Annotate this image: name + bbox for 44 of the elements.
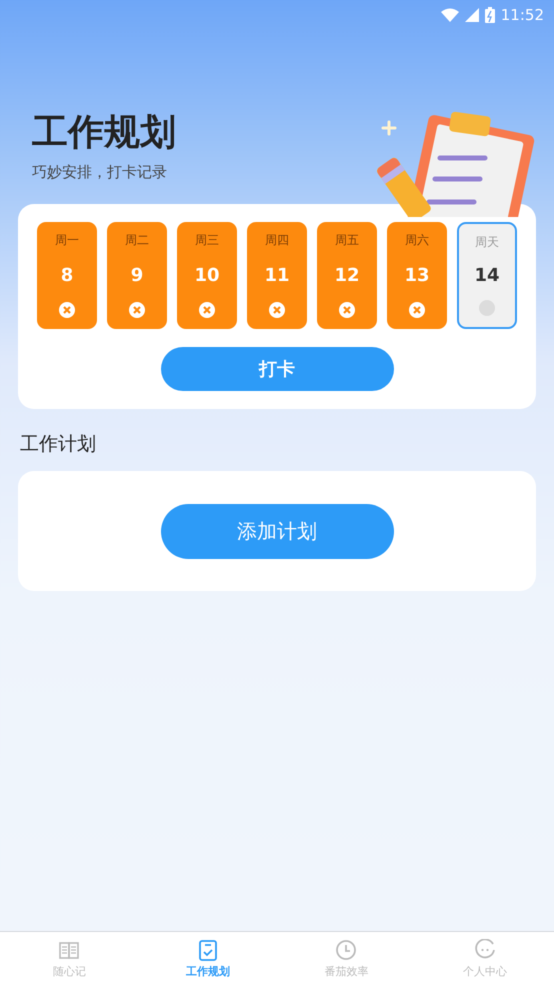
cross-icon — [338, 301, 356, 319]
day-tile[interactable]: 周一 8 — [37, 222, 97, 329]
cross-icon — [198, 301, 216, 319]
nav-tab[interactable]: 个人中心 — [416, 932, 554, 986]
date-number: 13 — [404, 264, 430, 286]
battery-icon — [484, 7, 495, 23]
day-tile[interactable]: 周三 10 — [177, 222, 237, 329]
weekday-label: 周一 — [55, 232, 79, 249]
date-number: 14 — [474, 264, 500, 286]
day-tile[interactable]: 周天 14 — [457, 222, 517, 329]
date-number: 8 — [60, 264, 74, 286]
date-number: 12 — [334, 264, 360, 286]
checkin-button[interactable]: 打卡 — [160, 347, 394, 391]
page-title: 工作规划 — [32, 111, 177, 155]
day-tile[interactable]: 周五 12 — [317, 222, 377, 329]
clock-icon — [335, 939, 358, 961]
wifi-icon — [440, 8, 459, 22]
weekday-label: 周四 — [265, 232, 289, 249]
add-plan-button[interactable]: 添加计划 — [160, 504, 394, 558]
cross-icon — [128, 301, 146, 319]
date-number: 10 — [194, 264, 220, 286]
day-tile[interactable]: 周二 9 — [107, 222, 167, 329]
book-icon — [58, 939, 80, 961]
nav-tab[interactable]: 番茄效率 — [277, 932, 416, 986]
weekday-label: 周六 — [405, 232, 429, 249]
nav-tab[interactable]: 工作规划 — [138, 932, 277, 986]
day-tile[interactable]: 周四 11 — [247, 222, 307, 329]
checklist-icon — [196, 939, 219, 961]
weekday-label: 周三 — [195, 232, 219, 249]
weekday-label: 周天 — [475, 234, 499, 251]
status-time: 11:52 — [500, 6, 544, 24]
day-tile[interactable]: 周六 13 — [387, 222, 447, 329]
nav-tab[interactable]: 随心记 — [0, 932, 138, 986]
signal-icon — [464, 8, 479, 22]
cross-icon — [58, 301, 76, 319]
weekday-label: 周二 — [125, 232, 149, 249]
face-icon — [474, 939, 496, 961]
date-number: 11 — [264, 264, 290, 286]
page-subtitle: 巧妙安排，打卡记录 — [32, 163, 168, 182]
weekday-label: 周五 — [335, 232, 359, 249]
cross-icon — [408, 301, 426, 319]
date-number: 9 — [130, 264, 144, 286]
cross-icon — [268, 301, 286, 319]
section-title: 工作计划 — [20, 432, 97, 457]
